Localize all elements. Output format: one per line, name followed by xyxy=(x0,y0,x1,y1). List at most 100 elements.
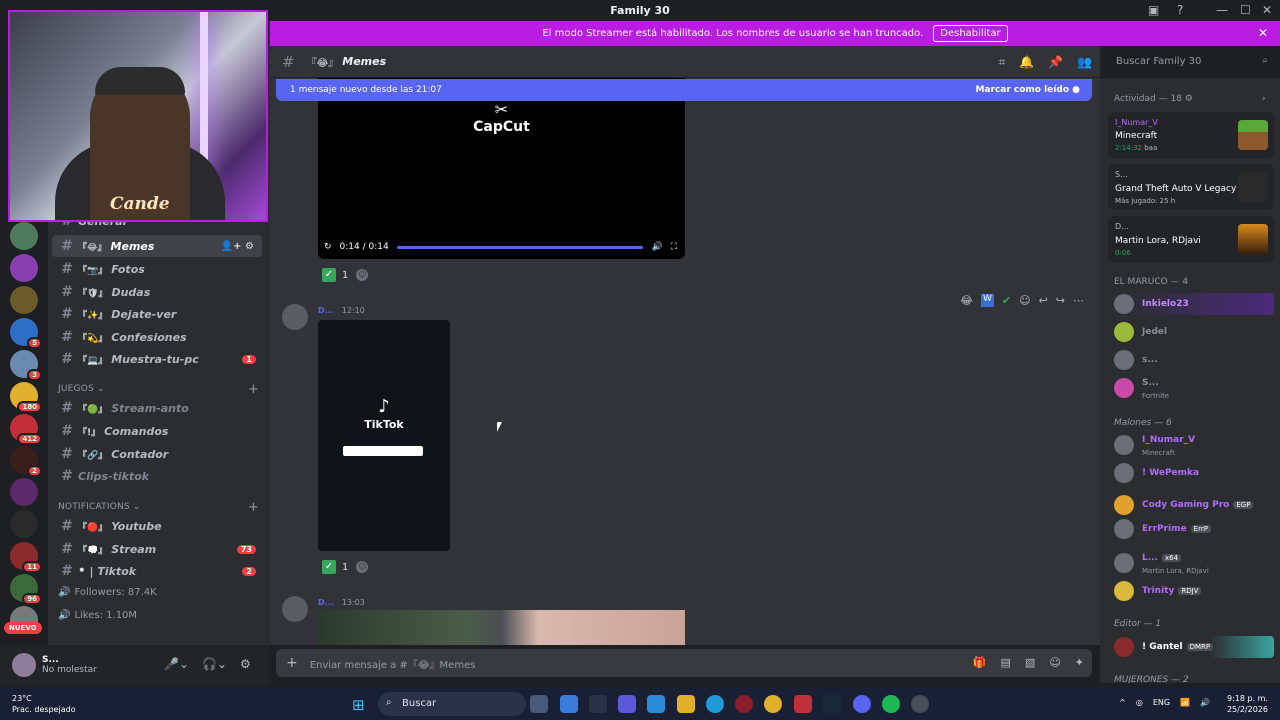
new-messages-bar[interactable]: 1 mensaje nuevo desde las 21:07 Marcar c… xyxy=(276,79,1092,101)
check-emoji-icon[interactable]: ✔ xyxy=(1002,294,1011,307)
app-tray-icon[interactable]: ◎ xyxy=(1136,698,1143,707)
avatar[interactable] xyxy=(282,304,308,330)
member-item[interactable]: L... x64 Martin Lora, RDjavi xyxy=(1114,552,1274,575)
laugh-emoji-icon[interactable]: 😂 xyxy=(960,294,973,307)
server-icon[interactable]: 5 xyxy=(10,318,42,349)
copilot-icon[interactable] xyxy=(560,695,578,713)
obs-icon[interactable] xyxy=(911,695,929,713)
gift-icon[interactable]: 🎁 xyxy=(973,656,987,669)
channel-stream[interactable]: # 『💭』 Stream 73 xyxy=(52,538,262,560)
member-item[interactable]: Jedel xyxy=(1114,321,1274,343)
member-item[interactable]: Cody Gaming Pro EGP xyxy=(1114,494,1274,516)
member-item[interactable]: ErrPrime ErrP xyxy=(1114,518,1274,540)
chrome-icon[interactable] xyxy=(764,695,782,713)
gear-icon[interactable]: ⚙ xyxy=(1185,94,1193,104)
steam-icon[interactable] xyxy=(823,695,841,713)
channel-fotos[interactable]: # 『📷』 Fotos xyxy=(52,258,262,280)
file-explorer-icon[interactable] xyxy=(677,695,695,713)
teams-icon[interactable] xyxy=(618,695,636,713)
member-item[interactable]: s... xyxy=(1114,349,1274,371)
user-info[interactable]: S... No molestar xyxy=(42,655,97,675)
more-icon[interactable]: ⋯ xyxy=(1073,294,1084,307)
server-icon[interactable]: 180 xyxy=(10,382,42,413)
chevron-up-icon[interactable]: ^ xyxy=(1119,698,1126,707)
channel-youtube[interactable]: # 『🔴』 Youtube xyxy=(52,515,262,537)
video-attachment[interactable]: ✂ CapCut ↻ 0:14 / 0:14 🔊 ⛶ xyxy=(318,78,685,259)
avatar[interactable] xyxy=(12,653,36,677)
server-icon[interactable]: 3 xyxy=(10,350,42,381)
reply-icon[interactable]: ↩ xyxy=(1039,294,1048,307)
channel-clips-tiktok[interactable]: # Clips-tiktok xyxy=(52,465,262,487)
pin-icon[interactable]: 📌 xyxy=(1048,55,1063,70)
gear-icon[interactable]: ⚙ xyxy=(240,657,251,671)
members-icon[interactable]: 👥 xyxy=(1077,55,1092,70)
help-icon[interactable]: ? xyxy=(1177,3,1183,17)
server-icon[interactable]: 412 xyxy=(10,414,42,445)
activity-card[interactable]: D... Martin Lora, RDjavi 0:06 xyxy=(1108,216,1274,262)
apps-icon[interactable]: ✦ xyxy=(1075,656,1084,669)
member-item[interactable]: Trinity RDJV xyxy=(1114,580,1274,602)
w-emoji-icon[interactable]: W xyxy=(980,294,994,307)
category-juegos[interactable]: JUEGOS ⌄ + xyxy=(58,382,259,397)
server-icon[interactable] xyxy=(10,254,38,282)
image-attachment[interactable] xyxy=(318,610,685,645)
video-progress-bar[interactable] xyxy=(396,245,644,249)
message-author[interactable]: D... xyxy=(318,598,334,607)
taskbar-search[interactable]: ⌕ Buscar xyxy=(378,692,526,716)
category-notifications[interactable]: NOTIFICATIONS ⌄ + xyxy=(58,500,259,515)
member-item[interactable]: ! WePemka xyxy=(1114,462,1274,484)
server-icon[interactable] xyxy=(10,286,38,314)
minimize-button[interactable]: — xyxy=(1216,3,1228,17)
channel-stream-anto[interactable]: # 『🟢』 Stream-anto xyxy=(52,397,262,419)
member-item[interactable]: S... Fortnite xyxy=(1114,377,1274,400)
volume-icon[interactable]: 🔊 xyxy=(1200,698,1210,707)
spotify-icon[interactable] xyxy=(882,695,900,713)
clock[interactable]: 9:18 p. m. 25/2/2026 xyxy=(1227,693,1268,715)
wifi-icon[interactable]: 📶 xyxy=(1180,698,1190,707)
sticker-icon[interactable]: ▧ xyxy=(1025,656,1035,669)
search-input[interactable]: Buscar Family 30 ⌕ xyxy=(1110,52,1274,72)
headphones-icon[interactable]: 🎧⌄ xyxy=(202,657,227,671)
mark-as-read-button[interactable]: Marcar como leído ● xyxy=(975,85,1080,95)
member-item[interactable]: I_Numar_V Minecraft xyxy=(1114,434,1274,457)
windows-start-icon[interactable]: ⊞ xyxy=(352,696,365,714)
add-reaction-icon[interactable]: ☺ xyxy=(356,561,369,573)
language-indicator[interactable]: ENG xyxy=(1153,698,1170,707)
adobe-icon[interactable] xyxy=(794,695,812,713)
task-view-icon[interactable] xyxy=(530,695,548,713)
reaction-check[interactable]: ✓ 1 xyxy=(322,560,348,574)
weather-widget[interactable]: 23°C Prac. despejado xyxy=(12,693,76,715)
add-channel-icon[interactable]: + xyxy=(248,500,259,515)
server-icon[interactable]: 2 xyxy=(10,446,42,477)
threads-icon[interactable]: ⌗ xyxy=(998,55,1005,70)
server-icon[interactable] xyxy=(10,222,38,250)
bell-icon[interactable]: 🔔 xyxy=(1019,55,1034,70)
channel-comandos[interactable]: # 『!』 Comandos xyxy=(52,420,262,442)
discord-icon[interactable] xyxy=(853,695,871,713)
microphone-icon[interactable]: 🎤⌄ xyxy=(164,657,189,671)
add-attachment-icon[interactable]: + xyxy=(286,655,298,671)
server-icon[interactable]: 96 xyxy=(10,574,42,605)
server-icon[interactable] xyxy=(10,478,38,506)
channel-dudas[interactable]: # 『🛡』 Dudas xyxy=(52,281,262,303)
volume-icon[interactable]: 🔊 xyxy=(651,242,662,252)
app-icon[interactable] xyxy=(589,695,607,713)
activity-card[interactable]: S... Grand Theft Auto V Legacy Más jugad… xyxy=(1108,164,1274,210)
disable-streamer-button[interactable]: Deshabilitar xyxy=(933,25,1008,42)
store-icon[interactable] xyxy=(647,695,665,713)
activity-card[interactable]: I_Numar_V Minecraft 2:14:32 baa xyxy=(1108,112,1274,158)
member-item[interactable]: ! Gantel DMRP xyxy=(1114,636,1274,658)
message-author[interactable]: D... xyxy=(318,306,334,315)
server-icon[interactable] xyxy=(10,510,38,538)
fullscreen-icon[interactable]: ⛶ xyxy=(671,242,677,252)
channel-confesiones[interactable]: # 『💫』 Confesiones xyxy=(52,326,262,348)
forward-icon[interactable]: ↪ xyxy=(1056,294,1065,307)
channel-contador[interactable]: # 『🔗』 Contador xyxy=(52,443,262,465)
channel-settings-icon[interactable]: 👤+ ⚙ xyxy=(221,241,254,252)
member-item[interactable]: Inkielo23 xyxy=(1114,293,1274,315)
add-reaction-icon[interactable]: ☺ xyxy=(356,269,369,281)
inbox-icon[interactable]: ▣ xyxy=(1148,3,1159,17)
message-composer[interactable]: + Enviar mensaje a #『😂』Memes 🎁 ▤ ▧ ☺ ✦ xyxy=(276,649,1092,677)
close-icon[interactable]: ✕ xyxy=(1258,26,1268,40)
close-window-button[interactable]: ✕ xyxy=(1262,3,1272,17)
